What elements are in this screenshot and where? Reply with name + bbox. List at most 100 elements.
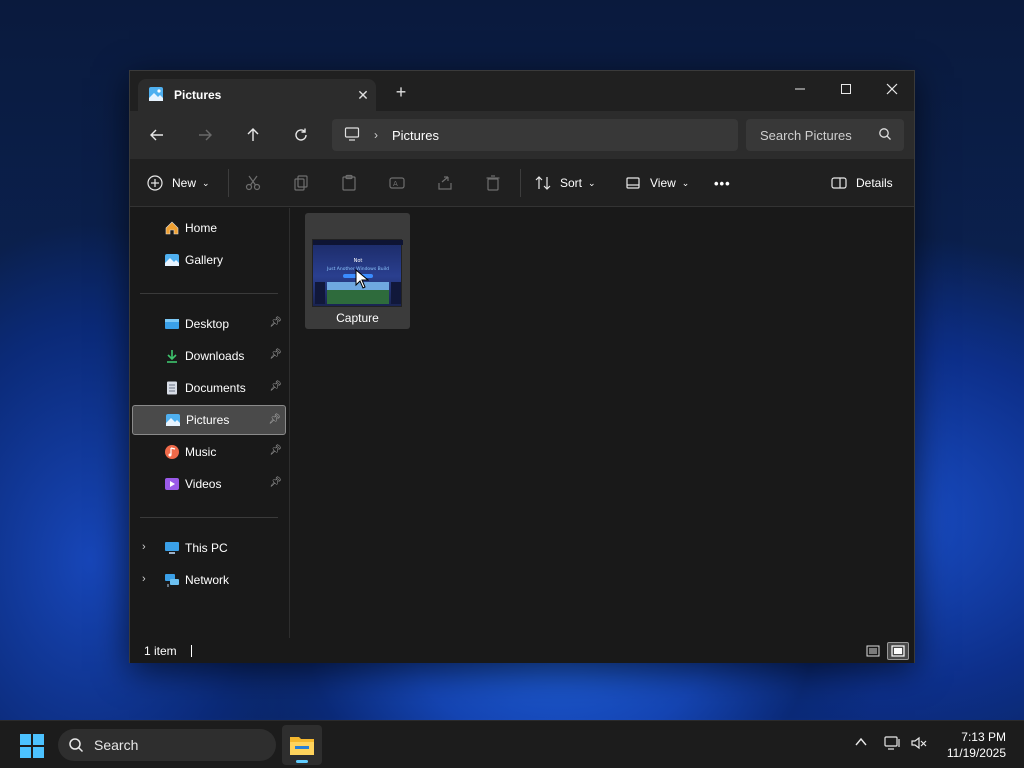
address-bar[interactable]: › Pictures bbox=[332, 119, 738, 151]
back-button[interactable] bbox=[145, 123, 169, 147]
sidebar-item-videos[interactable]: Videos 📌︎ bbox=[132, 469, 286, 499]
system-clock[interactable]: 7:13 PM 11/19/2025 bbox=[947, 729, 1006, 761]
pin-icon[interactable]: 📌︎ bbox=[269, 477, 282, 488]
item-count: 1 item bbox=[144, 643, 177, 658]
arrow-right-icon bbox=[199, 129, 212, 141]
new-tab-button[interactable]: + bbox=[392, 83, 410, 101]
delete-button[interactable] bbox=[484, 171, 502, 195]
share-button[interactable] bbox=[436, 171, 454, 195]
clock-date: 11/19/2025 bbox=[946, 746, 1006, 760]
gallery-icon bbox=[163, 251, 181, 269]
sidebar-item-this-pc[interactable]: › This PC bbox=[132, 533, 286, 563]
maximize-button[interactable] bbox=[823, 75, 869, 103]
pin-icon[interactable]: 📌︎ bbox=[268, 414, 281, 425]
close-icon bbox=[886, 83, 898, 95]
sidebar-item-label: This PC bbox=[185, 541, 228, 555]
computer-icon bbox=[163, 539, 181, 557]
sidebar-item-desktop[interactable]: Desktop 📌︎ bbox=[132, 309, 286, 339]
sort-button[interactable]: Sort ⌄ bbox=[534, 171, 596, 195]
sidebar-item-downloads[interactable]: Downloads 📌︎ bbox=[132, 341, 286, 371]
taskbar: Search 7:13 PM 11/19/2025 bbox=[0, 720, 1024, 768]
search-input[interactable]: Search Pictures bbox=[746, 119, 904, 151]
taskbar-file-explorer[interactable] bbox=[282, 725, 322, 765]
sort-icon bbox=[535, 176, 551, 190]
minimize-icon bbox=[795, 88, 805, 90]
sidebar-item-label: Gallery bbox=[185, 253, 224, 267]
rename-button[interactable]: A bbox=[388, 171, 406, 195]
details-pane-button[interactable]: Details bbox=[830, 171, 893, 195]
arrow-up-icon bbox=[247, 128, 259, 141]
pictures-icon bbox=[164, 411, 182, 429]
view-button[interactable]: View ⌄ bbox=[624, 171, 689, 195]
clipboard-icon bbox=[342, 174, 356, 191]
copy-icon bbox=[294, 175, 308, 191]
desktop-folder-icon bbox=[163, 315, 181, 333]
sidebar-item-home[interactable]: Home bbox=[132, 213, 286, 243]
minimize-button[interactable] bbox=[777, 75, 823, 103]
chevron-down-icon: ⌄ bbox=[588, 177, 596, 188]
sidebar-item-label: Desktop bbox=[185, 317, 230, 331]
details-pane-icon bbox=[831, 177, 847, 189]
folder-icon bbox=[290, 737, 314, 755]
sort-label: Sort bbox=[560, 176, 583, 190]
chevron-right-icon[interactable]: › bbox=[142, 573, 146, 585]
forward-button[interactable] bbox=[193, 123, 217, 147]
trash-icon bbox=[486, 175, 500, 191]
up-button[interactable] bbox=[241, 123, 265, 147]
cut-button[interactable] bbox=[244, 171, 262, 195]
download-icon bbox=[163, 347, 181, 365]
close-window-button[interactable] bbox=[869, 75, 915, 103]
search-placeholder: Search Pictures bbox=[760, 127, 852, 143]
details-view-button[interactable] bbox=[862, 642, 884, 660]
taskbar-search[interactable]: Search bbox=[58, 729, 276, 761]
pin-icon[interactable]: 📌︎ bbox=[269, 445, 282, 456]
network-status-button[interactable] bbox=[884, 735, 902, 754]
pin-icon[interactable]: 📌︎ bbox=[269, 381, 282, 392]
volume-button[interactable] bbox=[910, 735, 928, 754]
speaker-muted-icon bbox=[911, 736, 927, 750]
sidebar-item-pictures[interactable]: Pictures 📌︎ bbox=[132, 405, 286, 435]
breadcrumb-pictures[interactable]: Pictures bbox=[392, 128, 439, 143]
more-icon: ••• bbox=[714, 175, 731, 191]
taskbar-search-label: Search bbox=[94, 737, 139, 753]
sidebar-item-gallery[interactable]: Gallery bbox=[132, 245, 286, 275]
sidebar-item-label: Music bbox=[185, 445, 217, 459]
tab-pictures[interactable]: Pictures ✕ bbox=[138, 79, 376, 111]
close-tab-icon[interactable]: ✕ bbox=[350, 87, 376, 104]
sidebar-item-label: Pictures bbox=[186, 413, 230, 427]
search-icon bbox=[68, 737, 84, 756]
music-icon bbox=[163, 443, 181, 461]
divider bbox=[520, 169, 521, 197]
pictures-icon bbox=[148, 86, 164, 105]
paste-button[interactable] bbox=[340, 171, 358, 195]
refresh-button[interactable] bbox=[289, 123, 313, 147]
show-hidden-icons-button[interactable] bbox=[854, 735, 868, 752]
start-button[interactable] bbox=[20, 734, 44, 758]
chevron-right-icon[interactable]: › bbox=[142, 541, 146, 553]
sidebar-item-music[interactable]: Music 📌︎ bbox=[132, 437, 286, 467]
sidebar-item-network[interactable]: › Network bbox=[132, 565, 286, 595]
divider bbox=[140, 517, 278, 518]
chevron-right-icon: › bbox=[374, 128, 378, 142]
computer-icon bbox=[344, 126, 360, 145]
navigation-bar: › Pictures Search Pictures bbox=[130, 111, 914, 159]
rename-icon: A bbox=[389, 177, 405, 189]
view-label: View bbox=[650, 176, 676, 190]
tiles-view-button[interactable] bbox=[887, 642, 909, 660]
share-icon bbox=[438, 176, 452, 190]
chevron-up-icon bbox=[855, 737, 867, 746]
sidebar-item-documents[interactable]: Documents 📌︎ bbox=[132, 373, 286, 403]
more-options-button[interactable]: ••• bbox=[714, 171, 731, 195]
new-button[interactable]: New ⌄ bbox=[146, 171, 210, 195]
search-icon bbox=[878, 127, 892, 144]
file-list[interactable]: Not Just Another Windows Build Capture bbox=[291, 208, 914, 638]
arrow-left-icon bbox=[150, 129, 163, 141]
navigation-pane: Home Gallery Desktop 📌︎ Downloads 📌︎ Doc… bbox=[130, 208, 290, 638]
pin-icon[interactable]: 📌︎ bbox=[269, 317, 282, 328]
active-indicator bbox=[296, 760, 308, 763]
document-icon bbox=[163, 379, 181, 397]
copy-button[interactable] bbox=[292, 171, 310, 195]
pin-icon[interactable]: 📌︎ bbox=[269, 349, 282, 360]
plus-circle-icon bbox=[147, 175, 163, 191]
tiles-view-icon bbox=[891, 645, 905, 657]
